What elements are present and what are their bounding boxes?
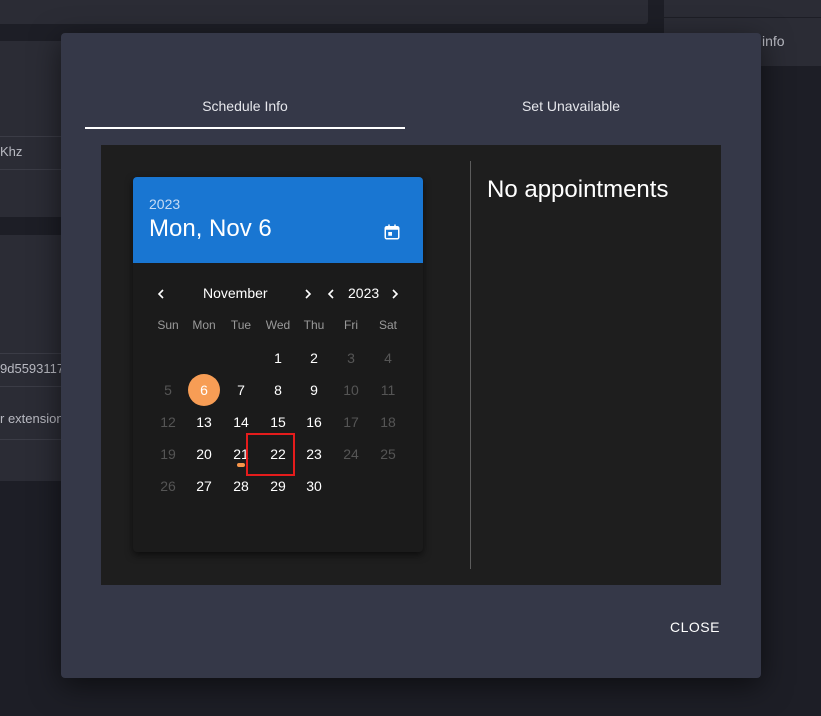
selected-day[interactable]: 6 xyxy=(188,374,220,406)
calendar-day: 26 xyxy=(152,470,184,502)
calendar-day: 3 xyxy=(335,342,367,374)
day-number: 15 xyxy=(270,414,286,430)
calendar-day: 10 xyxy=(335,374,367,406)
day-number: 14 xyxy=(233,414,249,430)
calendar-day[interactable]: 16 xyxy=(298,406,330,438)
weekday-label: Sat xyxy=(378,318,397,332)
dialog-tabs: Schedule Info Set Unavailable xyxy=(85,83,731,129)
day-number: 4 xyxy=(384,350,392,366)
day-number: 29 xyxy=(270,478,286,494)
day-number: 28 xyxy=(233,478,249,494)
no-appointments-message: No appointments xyxy=(487,176,669,203)
chevron-left-icon xyxy=(157,289,164,299)
day-number: 12 xyxy=(160,414,176,430)
calendar-day[interactable]: 9 xyxy=(298,374,330,406)
header-selected-date: Mon, Nov 6 xyxy=(149,215,272,242)
day-number: 24 xyxy=(343,446,359,462)
close-button[interactable]: CLOSE xyxy=(659,611,731,643)
day-number: 30 xyxy=(306,478,322,494)
calendar-day: 25 xyxy=(372,438,404,470)
calendar-day[interactable]: 27 xyxy=(188,470,220,502)
weekday-label: Thu xyxy=(303,318,325,332)
calendar-day: 19 xyxy=(152,438,184,470)
next-year-button[interactable] xyxy=(385,284,405,304)
day-number: 11 xyxy=(380,382,396,398)
divider xyxy=(0,439,62,440)
calendar-day: 12 xyxy=(152,406,184,438)
day-number: 19 xyxy=(160,446,176,462)
chevron-right-icon xyxy=(305,289,312,299)
calendar-day[interactable]: 7 xyxy=(225,374,257,406)
year-label: 2023 xyxy=(348,285,380,301)
calendar-day[interactable]: 1 xyxy=(262,342,294,374)
weekday-label: Wed xyxy=(265,318,291,332)
month-label: November xyxy=(203,285,268,301)
weekday-label: Fri xyxy=(344,318,358,332)
calendar-day[interactable]: 8 xyxy=(262,374,294,406)
calendar-day[interactable]: 13 xyxy=(188,406,220,438)
day-number: 26 xyxy=(160,478,176,494)
divider xyxy=(0,169,62,170)
calendar-day: 24 xyxy=(335,438,367,470)
day-number: 6 xyxy=(200,382,208,398)
calendar-day: 18 xyxy=(372,406,404,438)
background-card xyxy=(664,0,821,17)
day-number: 18 xyxy=(380,414,396,430)
day-number: 25 xyxy=(380,446,396,462)
date-picker-header: 2023 Mon, Nov 6 xyxy=(133,177,423,263)
divider xyxy=(0,353,62,354)
day-number: 3 xyxy=(347,350,355,366)
background-card: 9d5593117 r extension xyxy=(0,235,62,481)
day-number: 9 xyxy=(310,382,318,398)
calendar-day: 11 xyxy=(372,374,404,406)
calendar-day: 5 xyxy=(152,374,184,406)
background-card xyxy=(0,0,648,24)
schedule-panel: 2023 Mon, Nov 6 November 2023 Sun Mon Tu… xyxy=(101,145,721,585)
weekday-label: Sun xyxy=(157,318,179,332)
date-picker: 2023 Mon, Nov 6 November 2023 Sun Mon Tu… xyxy=(133,177,423,552)
day-number: 10 xyxy=(343,382,359,398)
highlighted-day-marker xyxy=(246,433,295,476)
day-number: 8 xyxy=(274,382,282,398)
prev-month-button[interactable] xyxy=(151,284,171,304)
weekday-label: Tue xyxy=(230,318,252,332)
day-number: 2 xyxy=(310,350,318,366)
weekday-label: Mon xyxy=(192,318,216,332)
background-info-label: info xyxy=(762,33,785,49)
divider xyxy=(0,386,62,387)
calendar-day[interactable]: 30 xyxy=(298,470,330,502)
schedule-dialog: Schedule Info Set Unavailable 2023 Mon, … xyxy=(61,33,761,678)
day-number: 7 xyxy=(237,382,245,398)
event-dot xyxy=(237,463,245,467)
calendar-day: 4 xyxy=(372,342,404,374)
calendar-day[interactable]: 23 xyxy=(298,438,330,470)
divider xyxy=(0,136,62,137)
calendar-day[interactable]: 2 xyxy=(298,342,330,374)
day-number: 5 xyxy=(164,382,172,398)
day-number: 13 xyxy=(196,414,212,430)
day-number: 17 xyxy=(343,414,359,430)
tab-schedule-info[interactable]: Schedule Info xyxy=(85,83,405,129)
calendar-day: 17 xyxy=(335,406,367,438)
background-text: r extension xyxy=(0,411,62,426)
chevron-right-icon xyxy=(392,289,399,299)
prev-year-button[interactable] xyxy=(321,284,341,304)
calendar-icon[interactable] xyxy=(383,223,401,241)
day-number: 1 xyxy=(274,350,282,366)
chevron-left-icon xyxy=(327,289,334,299)
background-card: Khz xyxy=(0,41,62,217)
background-text: Khz xyxy=(0,144,23,159)
next-month-button[interactable] xyxy=(298,284,318,304)
day-number: 16 xyxy=(306,414,322,430)
panel-divider xyxy=(470,161,471,569)
header-year[interactable]: 2023 xyxy=(149,196,180,212)
day-number: 20 xyxy=(196,446,212,462)
day-number: 27 xyxy=(196,478,212,494)
active-tab-indicator xyxy=(85,127,405,129)
day-number: 23 xyxy=(306,446,322,462)
calendar-day[interactable]: 20 xyxy=(188,438,220,470)
background-text: 9d5593117 xyxy=(0,361,62,376)
tab-set-unavailable[interactable]: Set Unavailable xyxy=(411,83,731,129)
